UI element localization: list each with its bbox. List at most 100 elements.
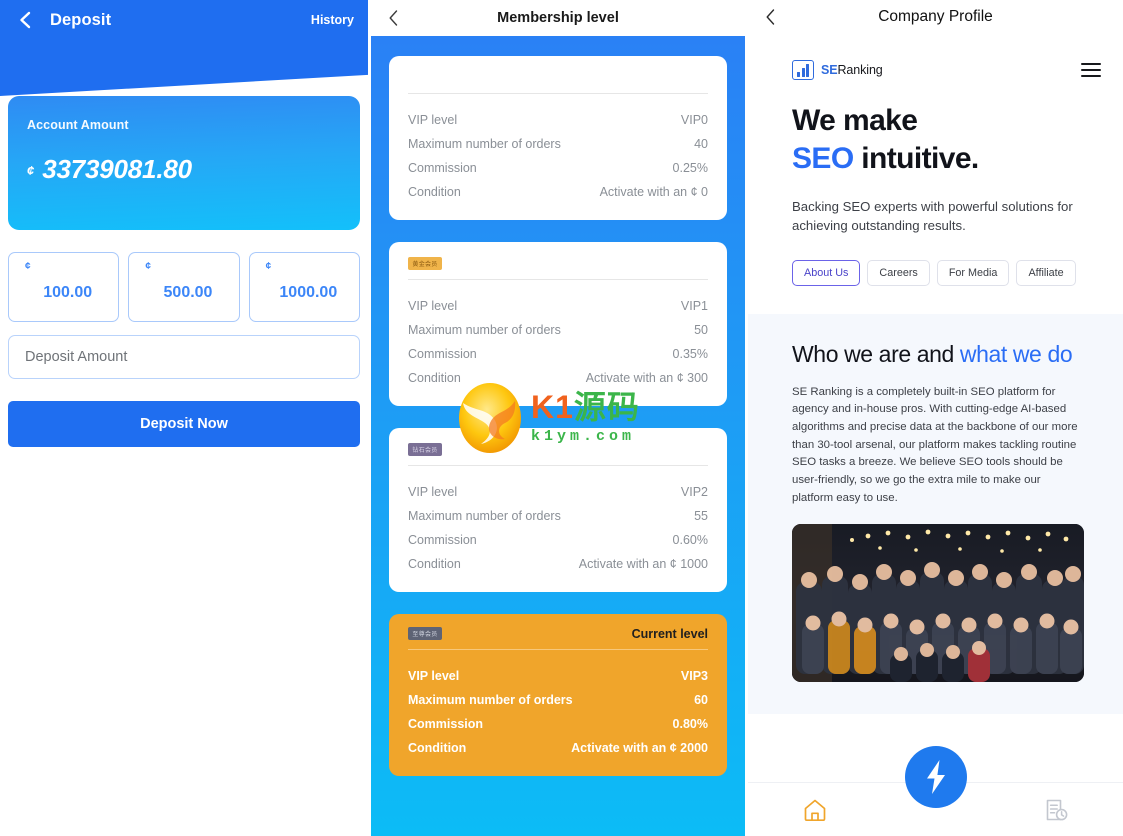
currency-symbol: ¢ (265, 261, 272, 272)
membership-panel: Membership level VIP level VIP0 Maximum … (371, 0, 745, 836)
condition-label: Condition (408, 557, 461, 571)
three-panel-screenshot: Deposit History Account Amount ¢ 3373908… (0, 0, 1123, 836)
table-row: VIP level VIP2 (408, 480, 708, 504)
chevron-left-icon[interactable] (383, 8, 403, 28)
vip-badge: 至尊会员 (408, 627, 442, 640)
deposit-navbar: Deposit History (0, 0, 368, 40)
about-heading-black: Who we are and (792, 340, 960, 367)
vip-badge-row (408, 70, 708, 85)
account-amount-value: 33739081.80 (42, 154, 192, 184)
commission-label: Commission (408, 347, 477, 361)
brand-bar: SERanking (748, 34, 1123, 102)
divider (408, 93, 708, 94)
quick-amount-value: 500.00 (163, 284, 213, 301)
max-orders-label: Maximum number of orders (408, 323, 561, 337)
hero-seo-word: SEO (792, 142, 854, 176)
home-icon[interactable] (802, 797, 828, 823)
chevron-left-icon[interactable] (14, 9, 36, 31)
divider (408, 279, 708, 280)
lightning-bolt-icon[interactable] (904, 746, 967, 808)
currency-symbol: ¢ (145, 261, 151, 272)
table-row: Condition Activate with an ¢ 300 (408, 366, 708, 390)
vip-badge-row: 至尊会员 Current level (408, 626, 708, 641)
condition-label: Condition (408, 741, 467, 755)
table-row: Commission 0.80% (408, 712, 708, 736)
hero-line-2-rest: intuitive. (853, 142, 979, 176)
hero-tab-row: About Us Careers For Media Affiliate (792, 259, 1101, 314)
table-row: Condition Activate with an ¢ 0 (408, 180, 708, 204)
vip-level-value: VIP3 (680, 669, 708, 683)
table-row: VIP level VIP0 (408, 108, 708, 132)
vip-level-label: VIP level (408, 113, 458, 127)
page-title: Deposit (50, 10, 112, 29)
brand-se: SE (821, 63, 838, 77)
brand-ranking: Ranking (837, 63, 883, 77)
about-body-text: SE Ranking is a completely built-in SEO … (792, 385, 1078, 504)
quick-amount-value: 1000.00 (279, 284, 338, 301)
vip-card-2[interactable]: 钻石会员 VIP level VIP2 Maximum number of or… (389, 428, 727, 592)
commission-label: Commission (408, 717, 484, 731)
tab-affiliate[interactable]: Affiliate (1016, 259, 1076, 286)
vip-level-value: VIP2 (680, 485, 708, 499)
membership-navbar: Membership level (371, 0, 745, 36)
vip-level-label: VIP level (408, 669, 460, 683)
tab-for-media[interactable]: For Media (936, 259, 1010, 286)
current-level-tag: Current level (631, 626, 708, 641)
quick-amount-row: ¢ 100.00 ¢ 500.00 ¢ 1000.00 (8, 252, 360, 322)
hero-subtitle: Backing SEO experts with powerful soluti… (792, 198, 1073, 234)
max-orders-value: 50 (694, 323, 708, 337)
divider (408, 465, 708, 466)
vip-card-3-current[interactable]: 至尊会员 Current level VIP level VIP3 Maximu… (389, 614, 727, 776)
hero-line-1: We make (792, 104, 918, 137)
about-section: Who we are and what we do SE Ranking is … (748, 313, 1123, 714)
hero-line-2: SEO intuitive. (792, 140, 1101, 178)
bar-chart-logo-icon (792, 60, 814, 80)
condition-label: Condition (408, 185, 461, 199)
commission-label: Commission (408, 533, 477, 547)
vip-level-value: VIP0 (680, 113, 708, 127)
currency-symbol: ¢ (25, 261, 31, 272)
max-orders-label: Maximum number of orders (408, 693, 573, 707)
deposit-panel: Deposit History Account Amount ¢ 3373908… (0, 0, 368, 836)
hamburger-menu-icon[interactable] (1081, 63, 1101, 77)
deposit-amount-input[interactable] (8, 335, 360, 379)
company-navbar: Company Profile (748, 0, 1123, 34)
vip-card-1[interactable]: 黄金会员 VIP level VIP1 Maximum number of or… (389, 242, 727, 406)
vip-badge: 钻石会员 (408, 443, 442, 456)
tab-about-us[interactable]: About Us (792, 259, 861, 286)
deposit-now-button[interactable]: Deposit Now (8, 401, 360, 447)
table-row: Maximum number of orders 60 (408, 688, 708, 712)
vip-level-label: VIP level (408, 299, 458, 313)
history-link[interactable]: History (311, 13, 354, 27)
table-row: Commission 0.35% (408, 342, 708, 366)
commission-label: Commission (408, 161, 477, 175)
commission-value: 0.25% (672, 161, 708, 175)
condition-value: Activate with an ¢ 1000 (578, 557, 708, 571)
document-clock-icon[interactable] (1043, 797, 1069, 823)
quick-amount-1000-button[interactable]: ¢ 1000.00 (248, 252, 360, 322)
quick-amount-100-button[interactable]: ¢ 100.00 (8, 252, 120, 322)
vip-badge: 黄金会员 (408, 257, 442, 270)
quick-amount-value: 100.00 (43, 284, 93, 301)
vip-card-0[interactable]: VIP level VIP0 Maximum number of orders … (389, 56, 727, 220)
account-amount-card: Account Amount ¢ 33739081.80 (8, 96, 360, 230)
quick-amount-500-button[interactable]: ¢ 500.00 (128, 252, 240, 322)
chevron-left-icon[interactable] (760, 7, 780, 27)
commission-value: 0.80% (672, 717, 708, 731)
vip-level-label: VIP level (408, 485, 458, 499)
currency-symbol: ¢ (27, 163, 35, 178)
hero-section: We make SEO intuitive. Backing SEO exper… (748, 102, 1123, 314)
condition-label: Condition (408, 371, 461, 385)
tab-careers[interactable]: Careers (867, 259, 930, 286)
max-orders-value: 60 (694, 693, 708, 707)
table-row: VIP level VIP1 (408, 294, 708, 318)
vip-card-list: VIP level VIP0 Maximum number of orders … (371, 36, 745, 798)
vip-badge-row: 钻石会员 (408, 442, 708, 457)
account-amount-label: Account Amount (27, 118, 129, 132)
table-row: VIP level VIP3 (408, 664, 708, 688)
max-orders-label: Maximum number of orders (408, 137, 561, 151)
table-row: Commission 0.25% (408, 156, 708, 180)
condition-value: Activate with an ¢ 0 (599, 185, 708, 199)
condition-value: Activate with an ¢ 2000 (571, 741, 708, 755)
vip-badge-row: 黄金会员 (408, 256, 708, 271)
